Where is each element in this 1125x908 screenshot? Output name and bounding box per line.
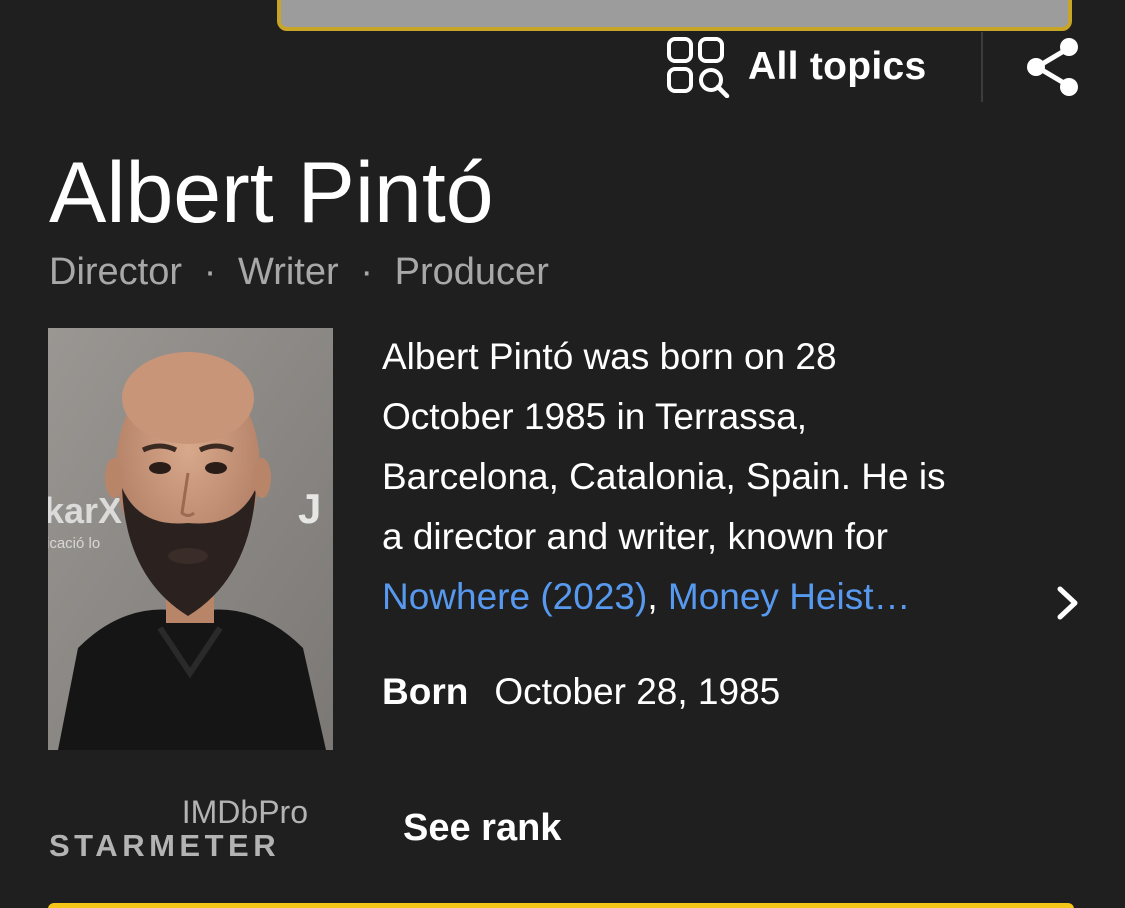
all-topics-icon [666,36,732,98]
bio-known-for-line: Nowhere (2023), Money Heist… [382,567,1042,627]
all-topics-label: All topics [748,45,927,88]
known-for-link-money-heist[interactable]: Money Heist… [668,576,911,617]
born-row: Born October 28, 1985 [382,664,780,720]
person-photo[interactable]: karX icació lo J [48,328,333,750]
header-divider [981,32,983,102]
bio-text[interactable]: Albert Pintó was born on 28 October 1985… [382,327,1042,627]
person-name: Albert Pintó [49,145,494,241]
known-for-separator: , [647,576,668,617]
see-rank-button[interactable]: See rank [403,803,561,853]
bio-more-button[interactable] [1046,580,1086,626]
starmeter-label: STARMETER [49,828,281,863]
role-separator: · [203,250,217,293]
svg-text:J: J [298,485,321,532]
role-separator: · [360,250,373,293]
person-roles: Director · Writer · Producer [49,246,549,298]
bio-line: a director and writer, known for [382,516,888,557]
share-button[interactable] [1023,36,1083,98]
headshot-image: karX icació lo J [48,328,333,750]
bottom-accent-bar [48,903,1074,908]
role-director[interactable]: Director [49,251,182,294]
bio-line: Barcelona, Catalonia, Spain. He is [382,456,946,497]
search-bar-partial[interactable] [277,0,1072,31]
born-date: October 28, 1985 [494,671,781,712]
starmeter-logo[interactable]: IMDbPro STARMETER [48,794,308,866]
role-producer[interactable]: Producer [395,251,549,294]
chevron-right-icon [1057,586,1078,620]
svg-text:icació lo: icació lo [48,535,100,552]
born-label: Born [382,671,469,712]
bio-line: Albert Pintó was born on 28 [382,336,837,377]
known-for-link-nowhere[interactable]: Nowhere (2023) [382,576,647,617]
bio-line: October 1985 in Terrassa, [382,396,808,437]
imdbpro-brand: IMDbPro [181,794,308,830]
share-icon [1027,38,1078,96]
all-topics-button[interactable]: All topics [666,36,927,98]
role-writer[interactable]: Writer [238,251,339,294]
